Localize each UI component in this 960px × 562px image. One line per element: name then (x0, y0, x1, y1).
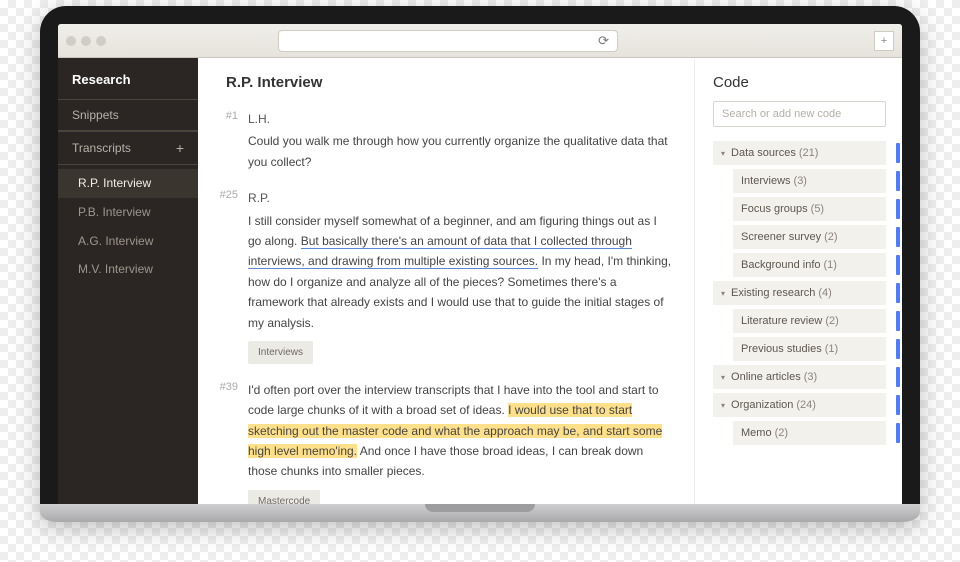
code-panel: Code ▾ Data sources (21) Interviews(3) F… (694, 58, 902, 504)
sidebar-item-ag[interactable]: A.G. Interview (58, 227, 198, 256)
code-label: Organization (731, 399, 793, 411)
code-count: (4) (818, 287, 831, 299)
browser-chrome: ⟳ + (58, 24, 902, 58)
chevron-down-icon: ▾ (721, 401, 725, 410)
color-stripe (896, 255, 900, 275)
code-search-input[interactable] (713, 101, 886, 127)
sidebar-item-rp[interactable]: R.P. Interview (58, 169, 198, 198)
entry-text[interactable]: I'd often port over the interview transc… (248, 380, 672, 482)
entry-text[interactable]: I still consider myself somewhat of a be… (248, 211, 672, 333)
code-label: Existing research (731, 287, 815, 299)
laptop-bezel: ⟳ + Research Snippets Transcripts + R.P.… (40, 6, 920, 504)
speaker-label: L.H. (248, 109, 672, 129)
sidebar-section-label: Transcripts (72, 141, 131, 155)
code-count: (24) (796, 399, 816, 411)
color-stripe (896, 199, 900, 219)
code-item[interactable]: Previous studies(1) (733, 337, 886, 361)
window-controls[interactable] (66, 36, 106, 46)
laptop-base (40, 504, 920, 522)
code-item[interactable]: Interviews(3) (733, 169, 886, 193)
sidebar-section-snippets[interactable]: Snippets (58, 99, 198, 131)
color-stripe (896, 171, 900, 191)
entry-body[interactable]: I'd often port over the interview transc… (248, 380, 672, 504)
transcript-entry: #25 R.P. I still consider myself somewha… (202, 188, 672, 364)
color-stripe (896, 339, 900, 359)
line-number: #25 (202, 188, 248, 364)
line-number: #1 (202, 109, 248, 172)
color-stripe (896, 367, 900, 387)
code-label: Data sources (731, 147, 796, 159)
chevron-down-icon: ▾ (721, 373, 725, 382)
code-count: (3) (804, 371, 817, 383)
laptop-frame: ⟳ + Research Snippets Transcripts + R.P.… (40, 6, 920, 522)
sidebar-section-transcripts[interactable]: Transcripts + (58, 131, 198, 165)
code-item[interactable]: Literature review(2) (733, 309, 886, 333)
code-group: ▾ Existing research (4) Literature revie… (713, 281, 886, 361)
code-item[interactable]: Focus groups(5) (733, 197, 886, 221)
code-group-header[interactable]: ▾ Organization (24) (713, 393, 886, 417)
color-stripe (896, 283, 900, 303)
code-tag[interactable]: Mastercode (248, 490, 320, 504)
code-group-header[interactable]: ▾ Existing research (4) (713, 281, 886, 305)
app-root: Research Snippets Transcripts + R.P. Int… (58, 58, 902, 504)
color-stripe (896, 311, 900, 331)
new-tab-button[interactable]: + (874, 31, 894, 51)
entry-text[interactable]: Could you walk me through how you curren… (248, 131, 672, 172)
code-item[interactable]: Background info(1) (733, 253, 886, 277)
code-tag[interactable]: Interviews (248, 341, 313, 364)
address-bar[interactable]: ⟳ (278, 30, 618, 52)
color-stripe (896, 227, 900, 247)
traffic-light-min[interactable] (81, 36, 91, 46)
transcript-content: R.P. Interview #1 L.H. Could you walk me… (198, 58, 694, 504)
sidebar-item-mv[interactable]: M.V. Interview (58, 255, 198, 284)
sidebar: Research Snippets Transcripts + R.P. Int… (58, 58, 198, 504)
color-stripe (896, 423, 900, 443)
chevron-down-icon: ▾ (721, 149, 725, 158)
screen: ⟳ + Research Snippets Transcripts + R.P.… (58, 24, 902, 504)
entry-body[interactable]: L.H. Could you walk me through how you c… (248, 109, 672, 172)
chevron-down-icon: ▾ (721, 289, 725, 298)
code-group: ▾ Data sources (21) Interviews(3) Focus … (713, 141, 886, 277)
transcript-entry: #39 I'd often port over the interview tr… (202, 380, 672, 504)
line-number: #39 (202, 380, 248, 504)
traffic-light-max[interactable] (96, 36, 106, 46)
code-count: (21) (799, 147, 819, 159)
entry-body[interactable]: R.P. I still consider myself somewhat of… (248, 188, 672, 364)
code-item[interactable]: Memo(2) (733, 421, 886, 445)
code-label: Online articles (731, 371, 801, 383)
speaker-label: R.P. (248, 188, 672, 208)
color-stripe (896, 395, 900, 415)
sidebar-title: Research (58, 58, 198, 99)
sidebar-section-label: Snippets (72, 108, 119, 122)
sidebar-item-list: R.P. Interview P.B. Interview A.G. Inter… (58, 165, 198, 288)
code-group: ▾ Organization (24) Memo(2) (713, 393, 886, 445)
reload-icon[interactable]: ⟳ (598, 33, 609, 49)
code-item[interactable]: Screener survey(2) (733, 225, 886, 249)
add-transcript-icon[interactable]: + (176, 140, 184, 156)
code-panel-title: Code (713, 74, 886, 91)
traffic-light-close[interactable] (66, 36, 76, 46)
transcript-entry: #1 L.H. Could you walk me through how yo… (202, 109, 672, 172)
code-group-header[interactable]: ▾ Data sources (21) (713, 141, 886, 165)
code-group: ▾ Online articles (3) (713, 365, 886, 389)
color-stripe (896, 143, 900, 163)
code-group-header[interactable]: ▾ Online articles (3) (713, 365, 886, 389)
main: R.P. Interview #1 L.H. Could you walk me… (198, 58, 902, 504)
page-title: R.P. Interview (202, 74, 672, 109)
sidebar-item-pb[interactable]: P.B. Interview (58, 198, 198, 227)
